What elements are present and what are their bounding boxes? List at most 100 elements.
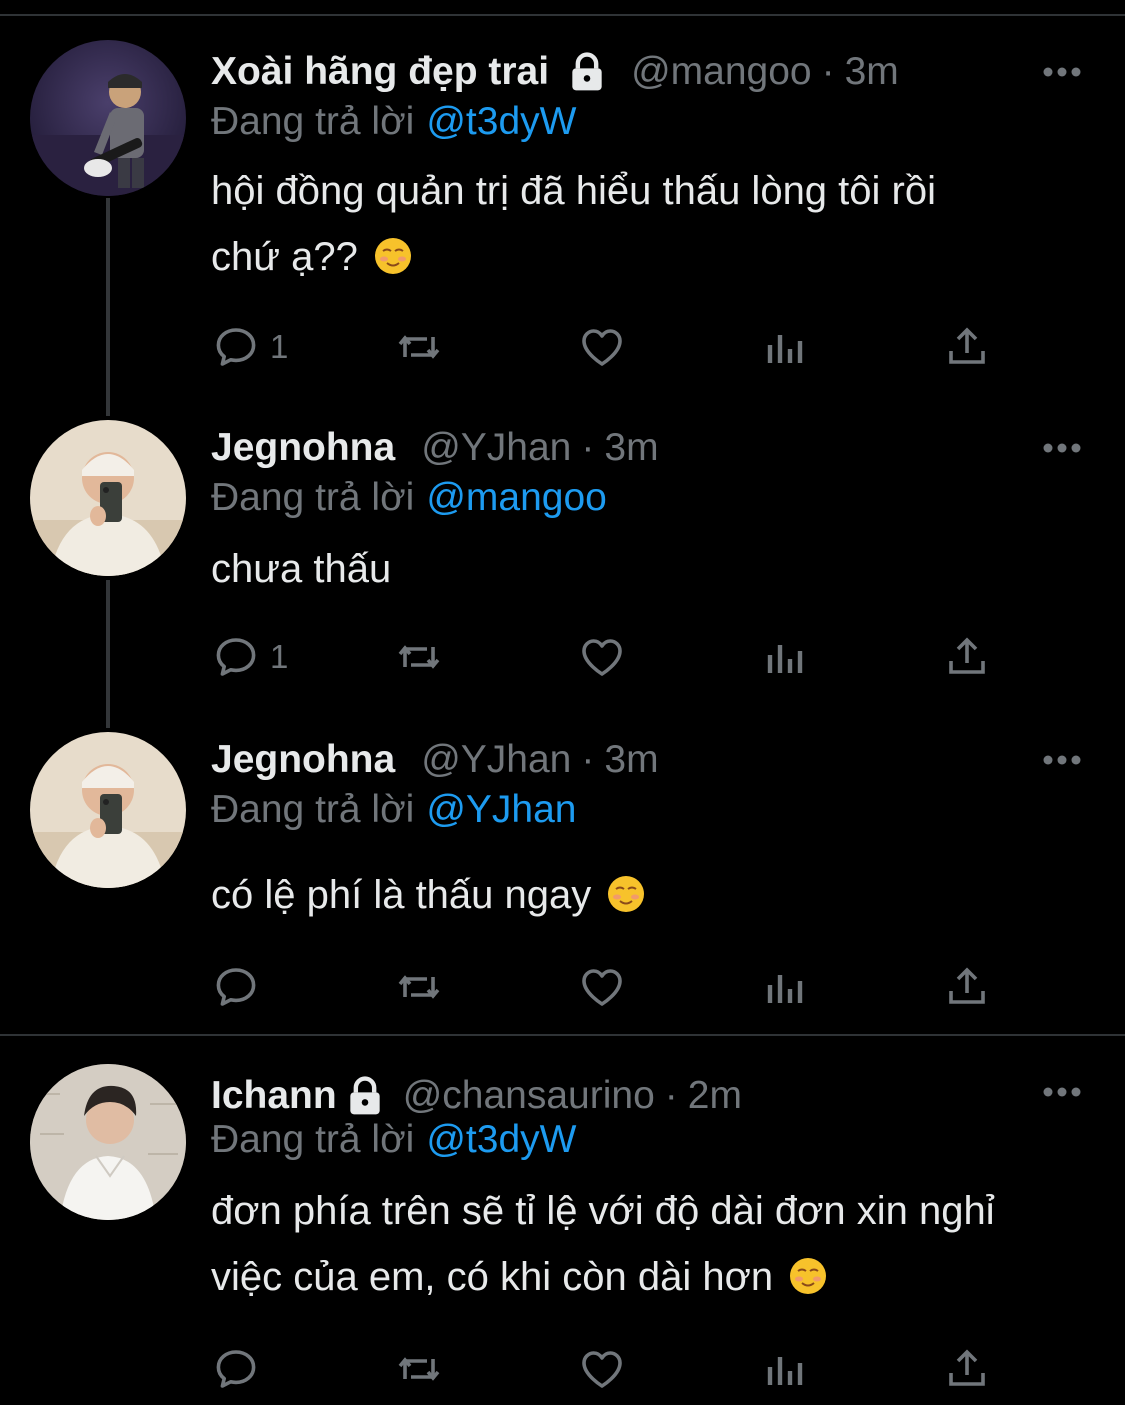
display-name[interactable]: Jegnohna [211, 426, 395, 470]
tweet-text-line: đơn phía trên sẽ tỉ lệ với độ dài đơn xi… [211, 1189, 995, 1233]
more-options-icon[interactable] [1040, 64, 1084, 80]
like-button[interactable] [578, 322, 626, 372]
retweet-icon [398, 645, 440, 669]
reply-icon [216, 328, 256, 366]
tweet-text: hội đồng quản trị đã hiểu thấu lòng tôi … [211, 158, 1091, 290]
smiling-face-icon [606, 868, 646, 912]
display-name[interactable]: Jegnohna [211, 738, 395, 782]
views-icon [767, 645, 803, 673]
tweet-actions [0, 1344, 1125, 1394]
reply-button[interactable]: 1 [212, 322, 288, 372]
avatar[interactable] [30, 420, 186, 576]
share-button[interactable] [943, 962, 991, 1012]
reply-icon [216, 638, 256, 676]
views-icon [767, 1357, 803, 1385]
tweet[interactable]: Xoài hãng đẹp trai @mangoo · 3m Đang trả… [0, 40, 1125, 382]
handle[interactable]: @mangoo [631, 50, 812, 94]
reply-count: 1 [270, 328, 289, 365]
more-options-icon[interactable] [1040, 440, 1084, 456]
views-button[interactable] [762, 322, 810, 372]
retweet-button[interactable] [395, 962, 443, 1012]
smiling-face-icon [373, 230, 413, 274]
avatar[interactable] [30, 732, 186, 888]
tweet-text: chưa thấu [211, 536, 1091, 602]
tweet[interactable]: Ichann @chansaurino · 2m Đang trả lời @t3… [0, 1064, 1125, 1405]
retweet-button[interactable] [395, 322, 443, 372]
replying-to: Đang trả lời @t3dyW [211, 100, 576, 144]
retweet-button[interactable] [395, 632, 443, 682]
retweet-icon [398, 335, 440, 359]
share-button[interactable] [943, 322, 991, 372]
lock-icon [343, 1074, 387, 1118]
like-button[interactable] [578, 962, 626, 1012]
more-options-icon[interactable] [1040, 1084, 1084, 1100]
replying-label: Đang trả lời [211, 788, 415, 831]
heart-icon [582, 969, 622, 1006]
timestamp[interactable]: 3m [845, 50, 899, 94]
reply-icon [216, 1350, 256, 1388]
display-name[interactable]: Ichann [211, 1074, 337, 1118]
replying-label: Đang trả lời [211, 476, 415, 519]
timestamp[interactable]: 2m [688, 1074, 742, 1118]
tweet-text-line: có lệ phí là thấu ngay [211, 873, 592, 917]
avatar[interactable] [30, 1064, 186, 1220]
tweet[interactable]: Jegnohna @YJhan · 3m Đang trả lời @YJhan … [0, 730, 1125, 1030]
replying-to: Đang trả lời @t3dyW [211, 1118, 576, 1162]
more-options-icon[interactable] [1040, 752, 1084, 768]
tweet[interactable]: Jegnohna @YJhan · 3m Đang trả lời @mangoo… [0, 418, 1125, 718]
tweet-text-line: việc của em, có khi còn dài hơn [211, 1255, 774, 1299]
tweet-actions [0, 962, 1125, 1012]
replying-mention[interactable]: @mangoo [426, 476, 607, 519]
reply-count: 1 [270, 638, 289, 675]
retweet-button[interactable] [395, 1344, 443, 1394]
share-icon [949, 637, 985, 674]
views-icon [767, 335, 803, 363]
replying-mention[interactable]: @t3dyW [426, 100, 576, 143]
tweet-text-line: hội đồng quản trị đã hiểu thấu lòng tôi … [211, 169, 936, 213]
share-icon [949, 327, 985, 364]
timestamp[interactable]: 3m [604, 426, 658, 470]
handle[interactable]: @chansaurino [403, 1074, 655, 1118]
display-name[interactable]: Xoài hãng đẹp trai [211, 50, 549, 94]
timestamp[interactable]: 3m [604, 738, 658, 782]
replying-to: Đang trả lời @mangoo [211, 476, 607, 520]
tweet-actions: 1 [0, 322, 1125, 372]
reply-button[interactable] [212, 1344, 260, 1394]
tweet-text-line: chưa thấu [211, 547, 392, 591]
views-button[interactable] [762, 632, 810, 682]
separator: · [664, 1074, 678, 1117]
like-button[interactable] [578, 1344, 626, 1394]
heart-icon [582, 329, 622, 366]
avatar[interactable] [30, 40, 186, 196]
views-button[interactable] [762, 962, 810, 1012]
handle[interactable]: @YJhan [421, 738, 571, 782]
share-button[interactable] [943, 1344, 991, 1394]
replying-mention[interactable]: @t3dyW [426, 1118, 576, 1161]
lock-icon [565, 50, 609, 94]
smiling-face-icon [788, 1250, 828, 1294]
retweet-icon [398, 975, 440, 999]
tweet-text: đơn phía trên sẽ tỉ lệ với độ dài đơn xi… [211, 1178, 1091, 1310]
tweet-text-line: chứ ạ?? [211, 235, 358, 279]
handle[interactable]: @YJhan [421, 426, 571, 470]
reply-button[interactable] [212, 962, 260, 1012]
replying-mention[interactable]: @YJhan [426, 788, 576, 831]
separator: · [581, 426, 595, 469]
share-button[interactable] [943, 632, 991, 682]
reply-button[interactable]: 1 [212, 632, 288, 682]
tweet-actions: 1 [0, 632, 1125, 682]
tweet-divider [0, 1034, 1125, 1036]
views-icon [767, 975, 803, 1003]
heart-icon [582, 1351, 622, 1388]
reply-icon [216, 968, 256, 1006]
heart-icon [582, 639, 622, 676]
replying-to: Đang trả lời @YJhan [211, 788, 577, 832]
replying-label: Đang trả lời [211, 1118, 415, 1161]
top-divider [0, 14, 1125, 16]
separator: · [821, 50, 835, 93]
like-button[interactable] [578, 632, 626, 682]
tweet-text: có lệ phí là thấu ngay [211, 862, 1091, 928]
share-icon [949, 967, 985, 1004]
views-button[interactable] [762, 1344, 810, 1394]
replying-label: Đang trả lời [211, 100, 415, 143]
